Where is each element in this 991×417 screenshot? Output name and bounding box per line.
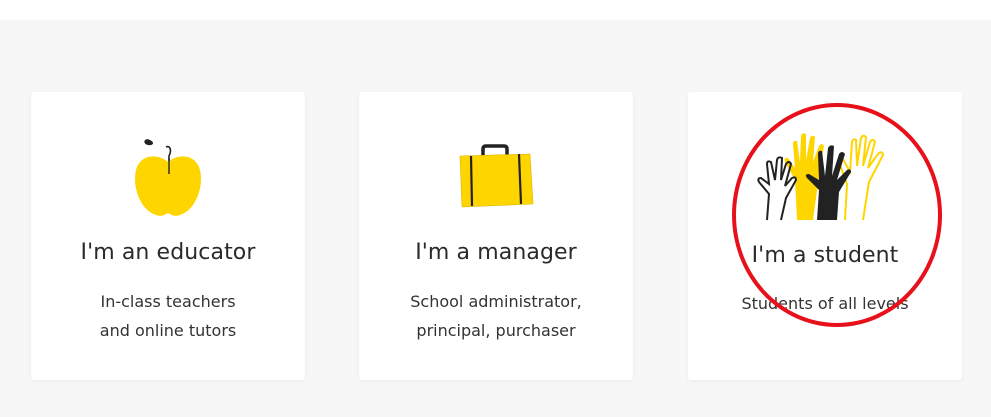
student-card[interactable]: I'm a student Students of all levels	[688, 92, 962, 380]
educator-description: In-class teachers and online tutors	[31, 287, 305, 345]
student-desc-line-1: Students of all levels	[741, 294, 909, 313]
educator-card[interactable]: I'm an educator In-class teachers and on…	[31, 92, 305, 380]
page: I'm an educator In-class teachers and on…	[0, 0, 991, 417]
apple-icon	[31, 134, 305, 218]
educator-desc-line-1: In-class teachers	[100, 292, 236, 311]
manager-card[interactable]: I'm a manager School administrator, prin…	[359, 92, 633, 380]
briefcase-icon	[359, 144, 633, 210]
student-title: I'm a student	[751, 243, 899, 268]
student-description: Students of all levels	[688, 289, 962, 318]
educator-title: I'm an educator	[80, 240, 256, 265]
raised-hands-icon	[688, 132, 962, 224]
manager-description: School administrator, principal, purchas…	[359, 287, 633, 345]
manager-desc-line-2: principal, purchaser	[416, 321, 576, 340]
manager-title: I'm a manager	[415, 240, 577, 265]
manager-desc-line-1: School administrator,	[410, 292, 582, 311]
educator-desc-line-2: and online tutors	[99, 321, 237, 340]
